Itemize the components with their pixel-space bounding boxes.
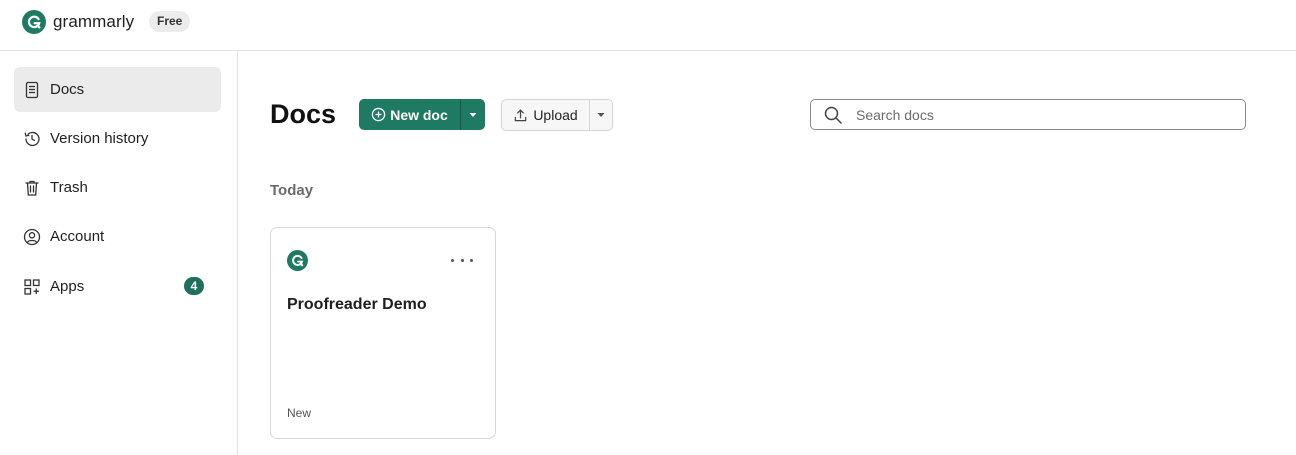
sidebar-item-label: Docs — [50, 81, 85, 98]
document-icon — [22, 80, 42, 100]
sidebar-item-apps[interactable]: Apps 4 — [14, 264, 221, 309]
doc-title: Proofreader Demo — [287, 296, 427, 313]
page-title: Docs — [270, 99, 337, 129]
sidebar-item-label: Version history — [50, 130, 149, 147]
trash-icon — [22, 178, 42, 198]
sidebar-item-label: Account — [50, 228, 105, 245]
caret-down-icon — [469, 112, 477, 117]
apps-icon — [22, 277, 42, 297]
account-icon — [22, 227, 42, 247]
brand-name: grammarly — [53, 12, 135, 31]
search-input[interactable] — [856, 106, 1236, 123]
new-doc-button[interactable]: New doc — [359, 99, 460, 130]
sidebar-item-label: Trash — [50, 179, 88, 196]
grammarly-logo[interactable]: grammarly — [22, 10, 134, 34]
search-icon — [824, 106, 842, 124]
sidebar: Docs Version history Trash Account Apps … — [0, 51, 238, 455]
sidebar-item-label: Apps — [50, 278, 85, 295]
new-doc-split-button: New doc — [359, 99, 485, 130]
main-content: Docs New doc Upload Search docs Today Pr… — [239, 51, 1296, 455]
upload-label: Upload — [533, 107, 578, 123]
search-box — [810, 99, 1246, 130]
apps-count-badge: 4 — [184, 277, 204, 295]
more-options-icon[interactable] — [451, 252, 473, 268]
doc-card[interactable]: Proofreader Demo New — [270, 227, 496, 439]
plus-circle-icon — [371, 107, 386, 122]
history-icon — [22, 129, 42, 149]
caret-down-icon — [597, 113, 605, 117]
top-bar: grammarly Free — [0, 0, 1296, 51]
upload-icon — [515, 108, 527, 121]
sidebar-item-docs[interactable]: Docs — [14, 67, 221, 112]
new-doc-label: New doc — [390, 106, 448, 123]
sidebar-item-trash[interactable]: Trash — [14, 165, 221, 210]
upload-button[interactable]: Upload — [502, 100, 590, 130]
sidebar-item-account[interactable]: Account — [14, 214, 221, 259]
plan-badge: Free — [149, 11, 191, 32]
new-doc-options-button[interactable] — [460, 99, 485, 130]
upload-options-button[interactable] — [590, 100, 612, 130]
section-label-today: Today — [270, 182, 314, 199]
grammarly-doc-icon — [287, 250, 308, 271]
doc-status: New — [287, 406, 312, 420]
upload-split-button: Upload — [501, 99, 613, 131]
sidebar-item-version-history[interactable]: Version history — [14, 116, 221, 161]
grammarly-logo-icon — [22, 10, 46, 34]
